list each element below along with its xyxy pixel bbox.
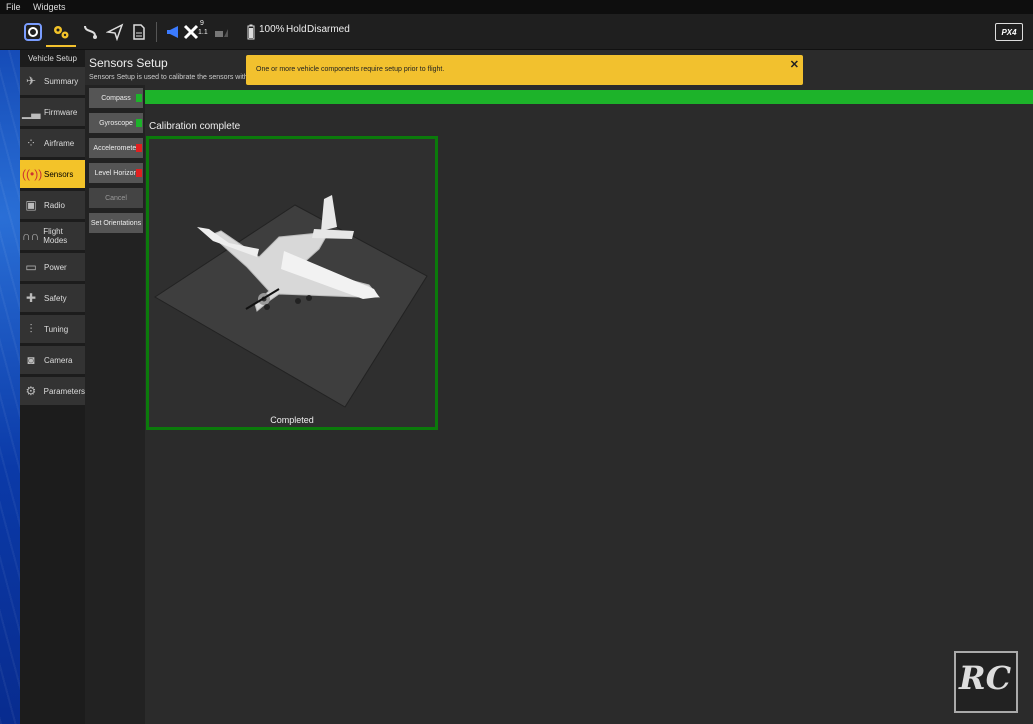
sensor-button-label: Level Horizon	[94, 169, 138, 177]
set-orientations-button[interactable]: Set Orientations	[89, 213, 143, 233]
sidebar-item-label: Tuning	[44, 324, 69, 334]
sidebar-item-tuning[interactable]: ⫶ Tuning	[20, 315, 85, 343]
level-horizon-button[interactable]: Level Horizon	[89, 163, 143, 183]
calibration-box-label: Completed	[270, 415, 314, 425]
tuning-icon: ⫶	[29, 321, 33, 336]
cancel-button[interactable]: Cancel	[89, 188, 143, 208]
accelerometer-button[interactable]: Accelerometer	[89, 138, 143, 158]
radio-icon: ▣	[25, 198, 37, 212]
watermark-logo: RC	[954, 651, 1018, 713]
sensor-button-label: Accelerometer	[93, 144, 139, 152]
sensor-buttons: Compass Gyroscope Accelerometer Level Ho…	[85, 85, 145, 724]
sensor-button-label: Compass	[101, 94, 131, 102]
qgc-window: File Widgets 9 1.1 100% Hold Disarmed PX…	[0, 0, 1033, 724]
toolbar: 9 1.1 100% Hold Disarmed PX4	[0, 14, 1033, 50]
compass-button[interactable]: Compass	[89, 88, 143, 108]
setup-warning-banner: One or more vehicle components require s…	[246, 55, 803, 85]
status-indicator	[136, 94, 142, 102]
qgc-logo-icon[interactable]	[18, 18, 48, 45]
status-indicator	[136, 119, 142, 127]
flight-mode[interactable]: Hold	[286, 24, 307, 35]
sidebar-item-camera[interactable]: ◙ Camera	[20, 346, 85, 374]
toolbar-separator	[156, 22, 157, 42]
sidebar-item-label: Sensors	[44, 169, 74, 179]
sensors-icon: ((•))	[22, 167, 43, 181]
gear-icon[interactable]	[46, 18, 76, 47]
document-icon[interactable]	[124, 18, 154, 45]
sidebar-item-label: Flight Modes	[43, 227, 68, 245]
vehicle-setup-sidebar: Vehicle Setup ✈ Summary ▁▃ Firmware ⁘ Ai…	[20, 50, 85, 724]
battery-icon[interactable]	[244, 18, 258, 45]
airframe-icon: ⁘	[25, 136, 37, 150]
sidebar-item-summary[interactable]: ✈ Summary	[20, 67, 85, 95]
sidebar-item-airframe[interactable]: ⁘ Airframe	[20, 129, 85, 157]
sidebar-item-power[interactable]: ▭ Power	[20, 253, 85, 281]
battery-percent: 100%	[259, 24, 285, 35]
calibration-status: Calibration complete	[149, 121, 241, 132]
flight-modes-icon: ∩∩	[22, 229, 40, 243]
rc-signal-icon[interactable]	[206, 18, 236, 45]
sidebar-item-label: Firmware	[44, 107, 78, 117]
sidebar-item-label: Radio	[44, 200, 65, 210]
page-title: Sensors Setup	[89, 56, 168, 70]
plane-icon: ✈	[25, 74, 37, 88]
menu-file[interactable]: File	[6, 2, 21, 12]
sidebar-item-firmware[interactable]: ▁▃ Firmware	[20, 98, 85, 126]
sensor-button-label: Set Orientations	[90, 219, 142, 227]
sidebar-item-label: Safety	[44, 293, 67, 303]
sensor-button-label: Gyroscope	[99, 119, 133, 127]
px4-logo: PX4	[995, 23, 1023, 41]
sidebar-item-sensors[interactable]: ((•)) Sensors	[20, 160, 85, 188]
sidebar-item-label: Camera	[44, 355, 73, 365]
close-icon[interactable]: ✕	[790, 58, 799, 71]
warning-message: One or more vehicle components require s…	[256, 66, 445, 73]
sidebar-item-parameters[interactable]: ⚙ Parameters	[20, 377, 85, 405]
gps-count: 9	[200, 20, 204, 27]
status-indicator	[136, 169, 142, 177]
gyroscope-button[interactable]: Gyroscope	[89, 113, 143, 133]
watermark-text: RC	[959, 659, 1012, 697]
armed-status[interactable]: Disarmed	[307, 24, 350, 35]
sidebar-item-label: Summary	[44, 76, 79, 86]
sensors-setup-page: Sensors Setup Sensors Setup is used to c…	[85, 50, 1033, 724]
sidebar-title: Vehicle Setup	[28, 54, 77, 63]
menu-bar: File Widgets	[0, 0, 1033, 14]
sidebar-item-label: Power	[44, 262, 67, 272]
safety-icon: ✚	[25, 291, 37, 305]
calibration-preview: Completed	[146, 136, 438, 430]
sensor-button-label: Cancel	[105, 194, 127, 202]
sidebar-item-label: Airframe	[44, 138, 75, 148]
sidebar-item-flight-modes[interactable]: ∩∩ Flight Modes	[20, 222, 85, 250]
gears-icon: ⚙	[25, 384, 37, 398]
airplane-model-icon	[154, 195, 428, 408]
sidebar-item-radio[interactable]: ▣ Radio	[20, 191, 85, 219]
sidebar-item-label: Parameters	[43, 386, 85, 396]
status-indicator	[136, 144, 142, 152]
calibration-progress-bar	[145, 90, 1033, 104]
firmware-icon: ▁▃	[22, 105, 41, 119]
menu-widgets[interactable]: Widgets	[33, 2, 66, 12]
battery-icon: ▭	[25, 260, 37, 274]
sidebar-item-safety[interactable]: ✚ Safety	[20, 284, 85, 312]
page-description: Sensors Setup is used to calibrate the s…	[89, 74, 254, 81]
progress-fill	[145, 90, 1033, 104]
camera-icon: ◙	[27, 353, 35, 367]
